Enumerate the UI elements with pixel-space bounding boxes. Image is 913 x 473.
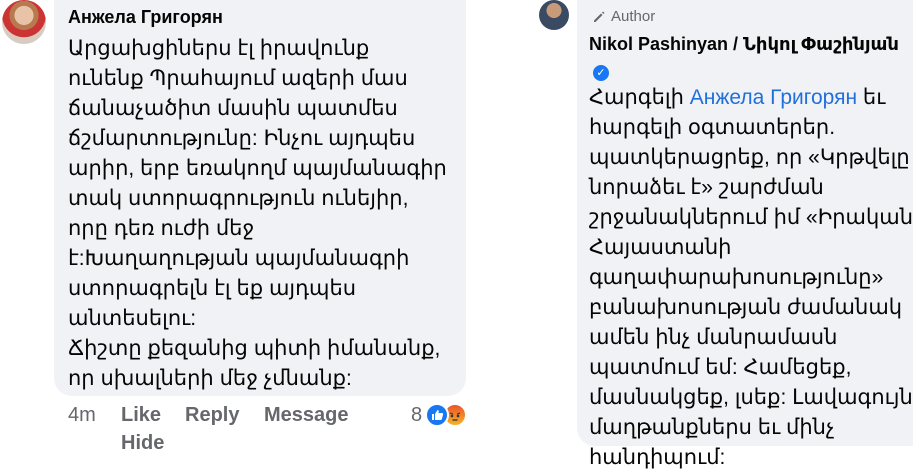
author-badge: Author [592, 8, 655, 25]
comment-line: արիր, երբ եռակողմ պայմանագիր [68, 157, 447, 180]
reply-line: պատմում եմ: Համեցեք, [589, 356, 852, 379]
reply-author-name[interactable]: Nikol Pashinyan / Նիկոլ Փաշինյան ✓ [589, 31, 899, 85]
reply-greeting: Հարգելի [589, 86, 684, 109]
like-button[interactable]: Like [121, 404, 161, 427]
message-button[interactable]: Message [264, 404, 349, 427]
reply-text: Հարգելի Анжела Григорян եւ հարգելի օգտատ… [589, 83, 913, 473]
reaction-summary[interactable]: 8 [411, 403, 468, 427]
comment-author-name[interactable]: Анжела Григорян [68, 7, 223, 28]
commenter-avatar[interactable] [2, 0, 46, 44]
comment-line: Ճիշտը քեզանից պիտի իմանանք, [68, 337, 441, 360]
reply-line: շրջանակներում իմ «Իրական [589, 206, 913, 229]
reply-line: բանախոսության ժամանակ [589, 296, 903, 319]
author-badge-label: Author [611, 8, 656, 25]
author-avatar[interactable] [539, 0, 569, 30]
pencil-icon [594, 11, 605, 22]
reply-line: ամեն ինչ մանրամասն [589, 326, 838, 349]
reply-after-mention: եւ [862, 86, 886, 109]
reply-line: մասնակցեք, լսեք: Լավագույն [589, 386, 913, 409]
reply-button[interactable]: Reply [185, 404, 239, 427]
reply-line: գաղափարախոսությունը» [589, 266, 884, 289]
mention-link[interactable]: Анжела Григорян [690, 86, 857, 109]
comment-timestamp[interactable]: 4m [68, 404, 96, 427]
comment-line: Արցախցիներս էլ իրավունք [68, 37, 370, 60]
verified-badge-icon: ✓ [593, 65, 609, 81]
reply-line: նորաձեւ է» շարժման [589, 176, 824, 199]
hide-button[interactable]: Hide [121, 432, 164, 455]
comment-line: է:Խաղաղության պայմանագրի [68, 247, 410, 270]
reply-line: մաղթանքներս եւ մինչ [589, 416, 835, 439]
comment-line: ստորագրելն էլ եք այդպես [68, 277, 357, 300]
reply-line: հանդիպում: [589, 446, 726, 469]
comment-line: անտեսելու: [68, 307, 197, 330]
comment-line: ունենք Պրահայում ազերի մաս [68, 67, 408, 90]
comment-line: տակ ստորագրություն ունեյիր, [68, 187, 409, 210]
reply-line: Հարգելի Анжела Григорян եւ [589, 83, 901, 113]
reaction-count: 8 [411, 403, 423, 426]
reply-line: պատկերացրեք, որ «Կրթվելը [589, 146, 910, 169]
reply-line: հարգելի օգտատերեր. [589, 116, 836, 139]
comment-text: Արցախցիներս էլ իրավունք ունենք Պրահայում… [68, 34, 460, 394]
comment-line: ճանաչածիտ մասին պատմես [68, 97, 398, 120]
reply-author-text: Nikol Pashinyan / Նիկոլ Փաշինյան [589, 34, 899, 54]
comment-line: ճշմարտությունը: Ինչու այդպես [68, 127, 416, 150]
comment-line: որ սխալների մեջ չմնանք: [68, 367, 352, 390]
like-reaction-icon [425, 403, 450, 427]
reply-line: Հայաստանի [589, 236, 732, 259]
comment-line: որը դեռ ուժի մեջ [68, 217, 255, 240]
